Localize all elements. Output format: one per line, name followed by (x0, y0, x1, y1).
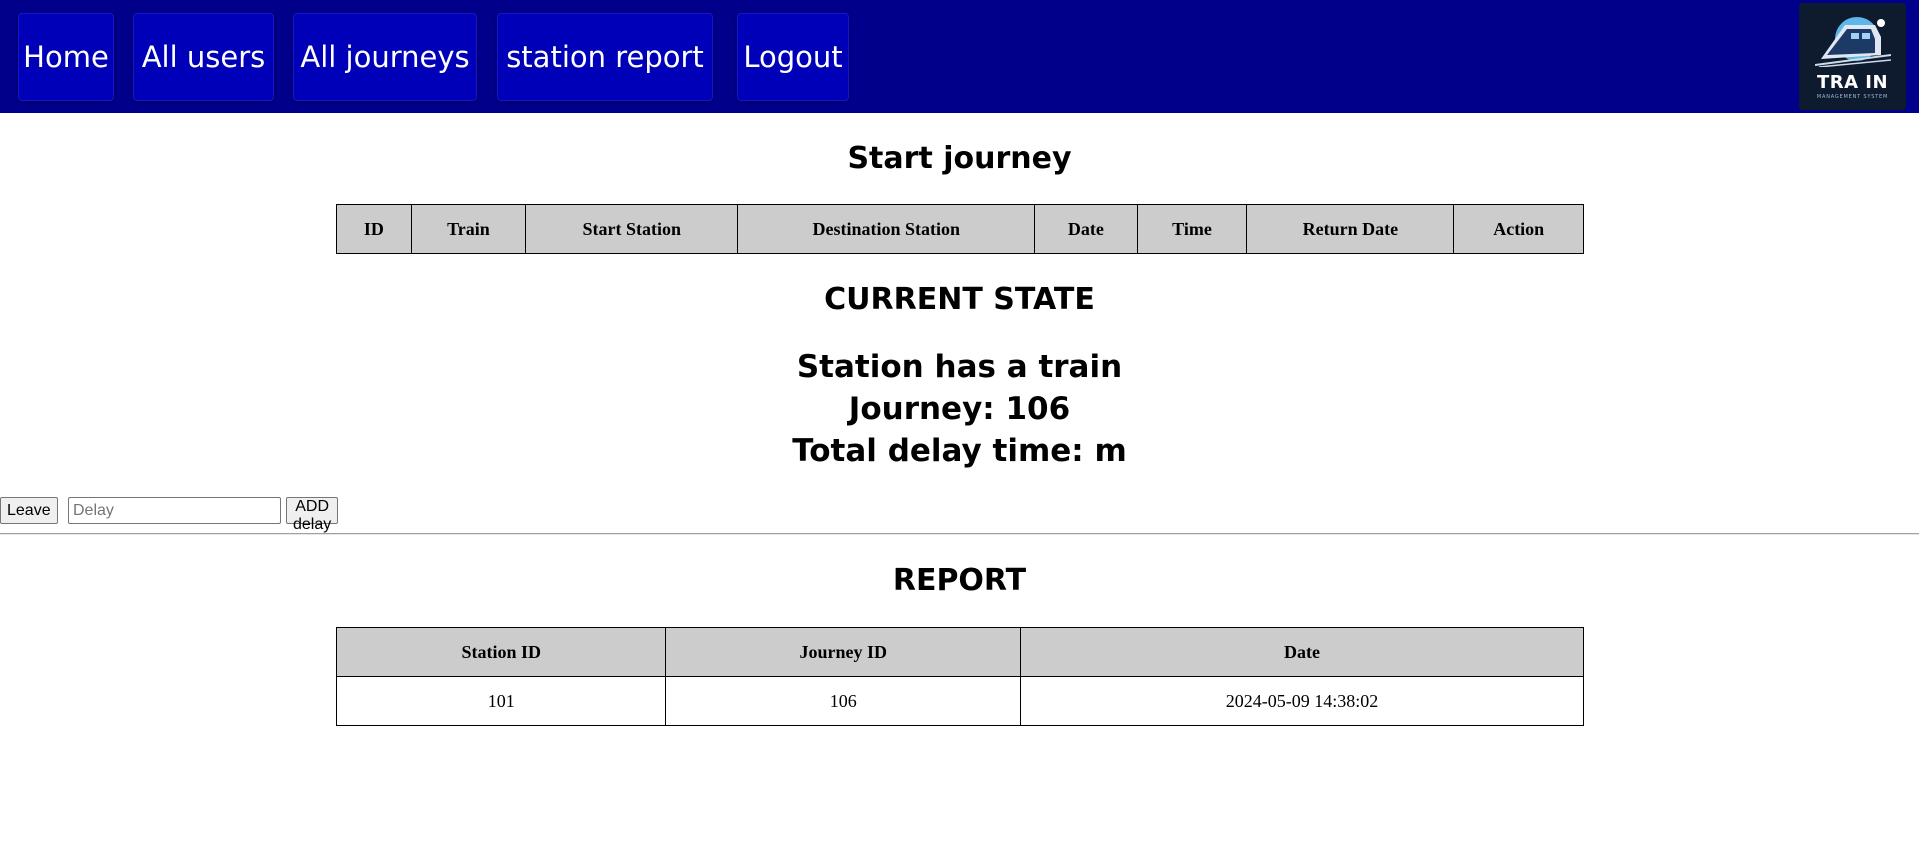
nav-logout-button[interactable]: Logout (737, 13, 849, 101)
report-table: Station ID Journey ID Date 101 106 2024-… (335, 627, 1585, 726)
top-navbar: Home All users All journeys station repo… (0, 0, 1919, 113)
total-delay-text: Total delay time: m (792, 433, 1127, 469)
column-header-return-date: Return Date (1246, 204, 1455, 254)
column-header-action: Action (1453, 204, 1584, 254)
add-delay-button[interactable]: ADD delay (286, 497, 339, 533)
column-header-journey-id: Journey ID (665, 627, 1021, 677)
journey-id-cell: 106 (665, 676, 1021, 726)
nav-station-report-button[interactable]: station report (497, 13, 713, 101)
station-status-text: Station has a train (796, 349, 1123, 385)
table-row: 101 106 2024-05-09 14:38:02 (335, 676, 1585, 726)
nav-all-users-button[interactable]: All users (133, 13, 274, 101)
start-journey-table: ID Train Start Station Destination Stati… (336, 204, 1584, 254)
logo-title: TRA IN (1816, 72, 1889, 93)
nav-all-journeys-button[interactable]: All journeys (293, 13, 477, 101)
column-header-destination-station: Destination Station (737, 204, 1036, 254)
nav-home-button[interactable]: Home (18, 13, 114, 101)
delay-input[interactable] (68, 497, 281, 524)
table-header-row: ID Train Start Station Destination Stati… (336, 204, 1584, 254)
table-header-row: Station ID Journey ID Date (335, 627, 1585, 677)
column-header-train: Train (410, 204, 527, 254)
current-state-heading: CURRENT STATE (824, 282, 1095, 317)
train-icon (1815, 17, 1891, 67)
logo-subtitle: MANAGEMENT SYSTEM (1816, 94, 1889, 100)
leave-button[interactable]: Leave (0, 497, 58, 524)
column-header-time: Time (1136, 204, 1248, 254)
report-heading: REPORT (892, 563, 1027, 598)
column-header-station-id: Station ID (335, 627, 667, 677)
column-header-start-station: Start Station (525, 204, 739, 254)
column-header-date: Date (1019, 627, 1585, 677)
column-header-date: Date (1034, 204, 1138, 254)
start-journey-heading: Start journey (847, 141, 1072, 176)
column-header-id: ID (336, 204, 412, 254)
train-logo: TRA IN MANAGEMENT SYSTEM (1799, 3, 1906, 110)
journey-text: Journey: 106 (848, 391, 1071, 427)
section-divider (0, 533, 1919, 535)
station-id-cell: 101 (335, 676, 667, 726)
date-cell: 2024-05-09 14:38:02 (1019, 676, 1585, 726)
